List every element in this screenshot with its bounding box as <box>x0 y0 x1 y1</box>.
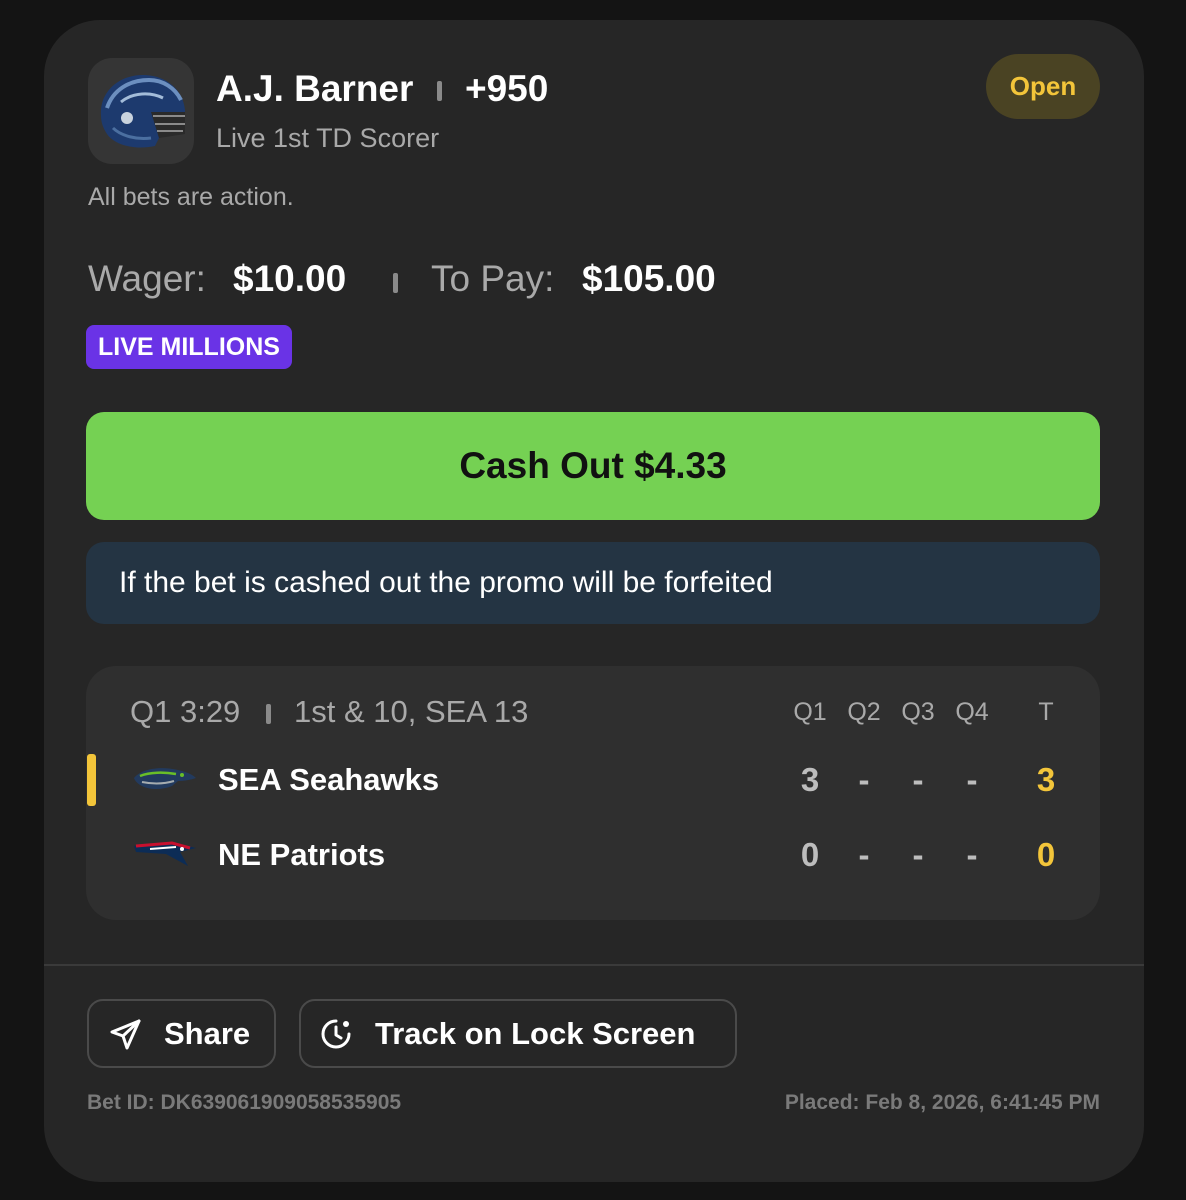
possession-indicator <box>87 754 96 806</box>
column-header-q3: Q3 <box>901 698 935 726</box>
helmet-icon <box>100 74 185 148</box>
seahawks-logo <box>134 768 196 789</box>
score-sea-q2: - <box>858 761 870 798</box>
column-header-q4: Q4 <box>955 698 989 726</box>
bet-market: Live 1st TD Scorer <box>216 123 440 153</box>
game-clock: Q1 3:29 <box>130 694 241 729</box>
divider <box>44 964 1144 966</box>
score-sea-q1: 3 <box>800 761 820 798</box>
bet-id: Bet ID: DK639061909058535905 <box>87 1091 402 1114</box>
share-label: Share <box>164 1015 251 1051</box>
wager-value: $10.00 <box>233 258 347 299</box>
patriots-logo <box>134 841 196 866</box>
score-sea-q4: - <box>966 761 978 798</box>
score-sea-total: 3 <box>1036 761 1056 798</box>
score-ne-q4: - <box>966 836 978 873</box>
share-button[interactable]: Share <box>87 999 276 1068</box>
placed-timestamp: Placed: Feb 8, 2026, 6:41:45 PM <box>784 1091 1100 1114</box>
status-badge: Open <box>986 54 1100 119</box>
topay-label: To Pay: <box>431 258 555 299</box>
score-ne-total: 0 <box>1036 836 1056 873</box>
promo-warning: If the bet is cashed out the promo will … <box>86 542 1100 624</box>
bet-card: A.J. Barner +950 Live 1st TD Scorer Open… <box>44 20 1144 1182</box>
team-name-sea: SEA Seahawks <box>218 762 440 797</box>
column-header-total: T <box>1038 698 1054 726</box>
scoreboard[interactable]: Q1 3:29 1st & 10, SEA 13 Q1 Q2 Q3 Q4 T S… <box>86 666 1100 920</box>
send-icon <box>109 1017 143 1051</box>
separator <box>266 704 271 724</box>
track-lock-screen-button[interactable]: Track on Lock Screen <box>299 999 737 1068</box>
down-distance: 1st & 10, SEA 13 <box>294 694 529 729</box>
action-note: All bets are action. <box>88 183 294 211</box>
column-header-q2: Q2 <box>847 698 881 726</box>
team-name-ne: NE Patriots <box>218 837 386 872</box>
track-lock-screen-label: Track on Lock Screen <box>375 1015 696 1051</box>
player-avatar <box>88 58 194 164</box>
wager-label: Wager: <box>88 258 206 299</box>
score-ne-q1: 0 <box>800 836 820 873</box>
score-sea-q3: - <box>912 761 924 798</box>
score-ne-q3: - <box>912 836 924 873</box>
column-header-q1: Q1 <box>793 698 827 726</box>
cash-out-button[interactable]: Cash Out $4.33 <box>86 412 1100 520</box>
score-ne-q2: - <box>858 836 870 873</box>
lock-timer-icon <box>319 1017 353 1051</box>
separator <box>437 81 442 101</box>
topay-value: $105.00 <box>582 258 716 299</box>
separator <box>393 273 398 293</box>
player-name: A.J. Barner <box>216 68 414 109</box>
bet-odds: +950 <box>465 68 549 109</box>
promo-badge: LIVE MILLIONS <box>86 325 292 369</box>
